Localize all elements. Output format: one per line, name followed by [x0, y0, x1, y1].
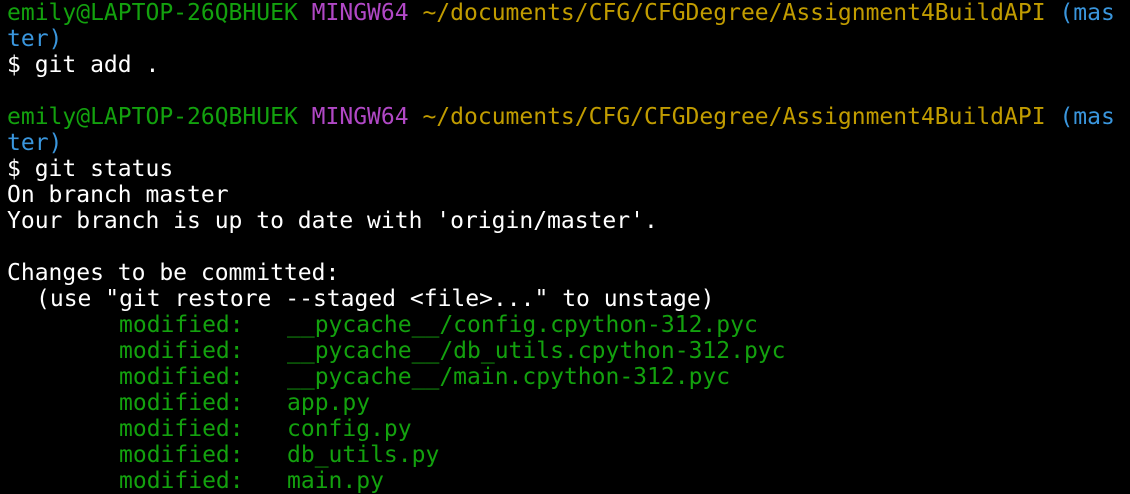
- modified-label: modified:: [119, 312, 244, 338]
- modified-label: modified:: [119, 390, 244, 416]
- prompt-user-host: emily@LAPTOP-26QBHUEK: [7, 0, 298, 26]
- prompt-user-host: emily@LAPTOP-26QBHUEK: [7, 104, 298, 130]
- modified-file-name: __pycache__/main.cpython-312.pyc: [287, 364, 731, 390]
- prompt-path: ~/documents/CFG/CFGDegree/Assignment4Bui…: [422, 104, 1046, 130]
- modified-label: modified:: [119, 442, 244, 468]
- command-line: $ git status: [7, 156, 174, 182]
- modified-file-row: modified: __pycache__/main.cpython-312.py…: [119, 364, 730, 390]
- status-up-to-date-line: Your branch is up to date with 'origin/m…: [7, 208, 658, 234]
- modified-file-name: db_utils.py: [287, 442, 440, 468]
- modified-label: modified:: [119, 338, 244, 364]
- prompt-branch: (mas: [1059, 0, 1115, 26]
- prompt-line: emily@LAPTOP-26QBHUEK MINGW64 ~/document…: [7, 0, 1115, 26]
- modified-file-row: modified: __pycache__/config.cpython-312.…: [119, 312, 758, 338]
- modified-file-name: config.py: [287, 416, 412, 442]
- modified-file-row: modified: __pycache__/db_utils.cpython-31…: [119, 338, 786, 364]
- modified-file-name: __pycache__/db_utils.cpython-312.pyc: [287, 338, 786, 364]
- prompt-branch-wrap: ter): [7, 130, 63, 156]
- status-changes-header: Changes to be committed:: [7, 260, 340, 286]
- modified-file-row: modified: db_utils.py: [119, 442, 439, 468]
- status-branch-line: On branch master: [7, 182, 229, 208]
- modified-label: modified:: [119, 468, 244, 494]
- prompt-path: ~/documents/CFG/CFGDegree/Assignment4Bui…: [422, 0, 1046, 26]
- modified-label: modified:: [119, 364, 244, 390]
- modified-file-row: modified: app.py: [119, 390, 370, 416]
- modified-file-row: modified: config.py: [119, 416, 412, 442]
- modified-file-name: __pycache__/config.cpython-312.pyc: [287, 312, 758, 338]
- status-hint-line: (use "git restore --staged <file>..." to…: [36, 286, 715, 312]
- prompt-msystem: MINGW64: [311, 0, 409, 26]
- terminal-window[interactable]: emily@LAPTOP-26QBHUEK MINGW64 ~/document…: [0, 0, 1130, 494]
- prompt-line: emily@LAPTOP-26QBHUEK MINGW64 ~/document…: [7, 104, 1115, 130]
- prompt-branch-wrap: ter): [7, 26, 63, 52]
- modified-file-name: main.py: [287, 468, 384, 494]
- prompt-msystem: MINGW64: [311, 104, 409, 130]
- modified-file-row: modified: main.py: [119, 468, 384, 494]
- command-line: $ git add .: [7, 52, 160, 78]
- prompt-branch: (mas: [1059, 104, 1115, 130]
- modified-label: modified:: [119, 416, 244, 442]
- modified-file-name: app.py: [287, 390, 371, 416]
